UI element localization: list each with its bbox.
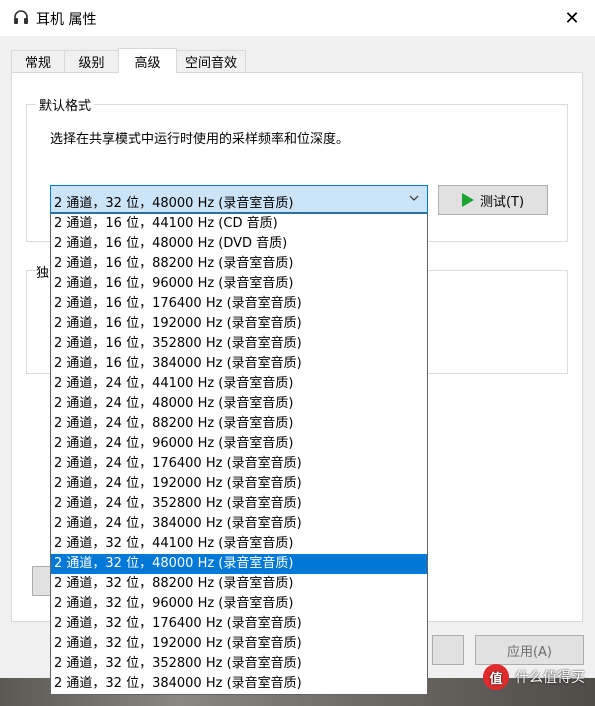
play-icon: [461, 193, 474, 207]
watermark-logo: 值: [483, 664, 509, 690]
chevron-down-icon: [409, 195, 419, 201]
watermark: 值 什么值得买: [483, 664, 585, 690]
dropdown-option[interactable]: 2 通道，32 位，44100 Hz (录音室音质): [51, 534, 427, 554]
dropdown-option[interactable]: 2 通道，24 位，176400 Hz (录音室音质): [51, 454, 427, 474]
format-select-value: 2 通道，32 位，48000 Hz (录音室音质): [54, 196, 294, 211]
headphones-icon: [14, 10, 28, 24]
dropdown-option[interactable]: 2 通道，32 位，96000 Hz (录音室音质): [51, 594, 427, 614]
dropdown-option[interactable]: 2 通道，16 位，176400 Hz (录音室音质): [51, 294, 427, 314]
format-dropdown-list: 2 通道，16 位，44100 Hz (CD 音质) 2 通道，16 位，4800…: [50, 213, 428, 695]
dropdown-option[interactable]: 2 通道，16 位，96000 Hz (录音室音质): [51, 274, 427, 294]
dropdown-option[interactable]: 2 通道，16 位，48000 Hz (DVD 音质): [51, 234, 427, 254]
format-select[interactable]: 2 通道，32 位，48000 Hz (录音室音质): [50, 185, 428, 213]
dropdown-option[interactable]: 2 通道，32 位，88200 Hz (录音室音质): [51, 574, 427, 594]
tab-advanced[interactable]: 高级: [118, 48, 177, 73]
default-format-legend: 默认格式: [36, 95, 95, 114]
tab-general[interactable]: 常规: [11, 50, 65, 72]
dropdown-option[interactable]: 2 通道，24 位，88200 Hz (录音室音质): [51, 414, 427, 434]
dropdown-option[interactable]: 2 通道，32 位，384000 Hz (录音室音质): [51, 674, 427, 694]
dropdown-option[interactable]: 2 通道，32 位，176400 Hz (录音室音质): [51, 614, 427, 634]
window-title: 耳机 属性: [36, 12, 97, 28]
dropdown-option[interactable]: 2 通道，24 位，384000 Hz (录音室音质): [51, 514, 427, 534]
dropdown-option[interactable]: 2 通道，24 位，352800 Hz (录音室音质): [51, 494, 427, 514]
test-button-label: 测试(T): [479, 194, 525, 210]
dropdown-option[interactable]: 2 通道，16 位，352800 Hz (录音室音质): [51, 334, 427, 354]
close-icon: ✕: [564, 7, 580, 29]
apply-button[interactable]: 应用(A): [475, 635, 584, 665]
dropdown-option[interactable]: 2 通道，24 位，44100 Hz (录音室音质): [51, 374, 427, 394]
close-button[interactable]: ✕: [549, 0, 595, 36]
tab-spatial-sound[interactable]: 空间音效: [176, 50, 246, 72]
exclusive-mode-legend: 独: [36, 262, 50, 281]
dropdown-option[interactable]: 2 通道，16 位，192000 Hz (录音室音质): [51, 314, 427, 334]
dropdown-option[interactable]: 2 通道，32 位，192000 Hz (录音室音质): [51, 634, 427, 654]
title-bar: 耳机 属性 ✕: [0, 0, 595, 36]
watermark-text: 什么值得买: [515, 670, 585, 686]
test-button[interactable]: 测试(T): [438, 185, 548, 215]
dropdown-option[interactable]: 2 通道，24 位，96000 Hz (录音室音质): [51, 434, 427, 454]
cancel-button[interactable]: [432, 635, 464, 665]
dropdown-option[interactable]: 2 通道，24 位，192000 Hz (录音室音质): [51, 474, 427, 494]
dropdown-option[interactable]: 2 通道，16 位，88200 Hz (录音室音质): [51, 254, 427, 274]
tab-levels[interactable]: 级别: [64, 50, 119, 72]
dropdown-option[interactable]: 2 通道，32 位，48000 Hz (录音室音质): [51, 554, 427, 574]
default-format-description: 选择在共享模式中运行时使用的采样频率和位深度。: [50, 132, 350, 147]
dropdown-option[interactable]: 2 通道，24 位，48000 Hz (录音室音质): [51, 394, 427, 414]
dropdown-option[interactable]: 2 通道，16 位，384000 Hz (录音室音质): [51, 354, 427, 374]
dropdown-option[interactable]: 2 通道，32 位，352800 Hz (录音室音质): [51, 654, 427, 674]
dropdown-option[interactable]: 2 通道，16 位，44100 Hz (CD 音质): [51, 214, 427, 234]
restore-defaults-button[interactable]: [32, 566, 52, 596]
